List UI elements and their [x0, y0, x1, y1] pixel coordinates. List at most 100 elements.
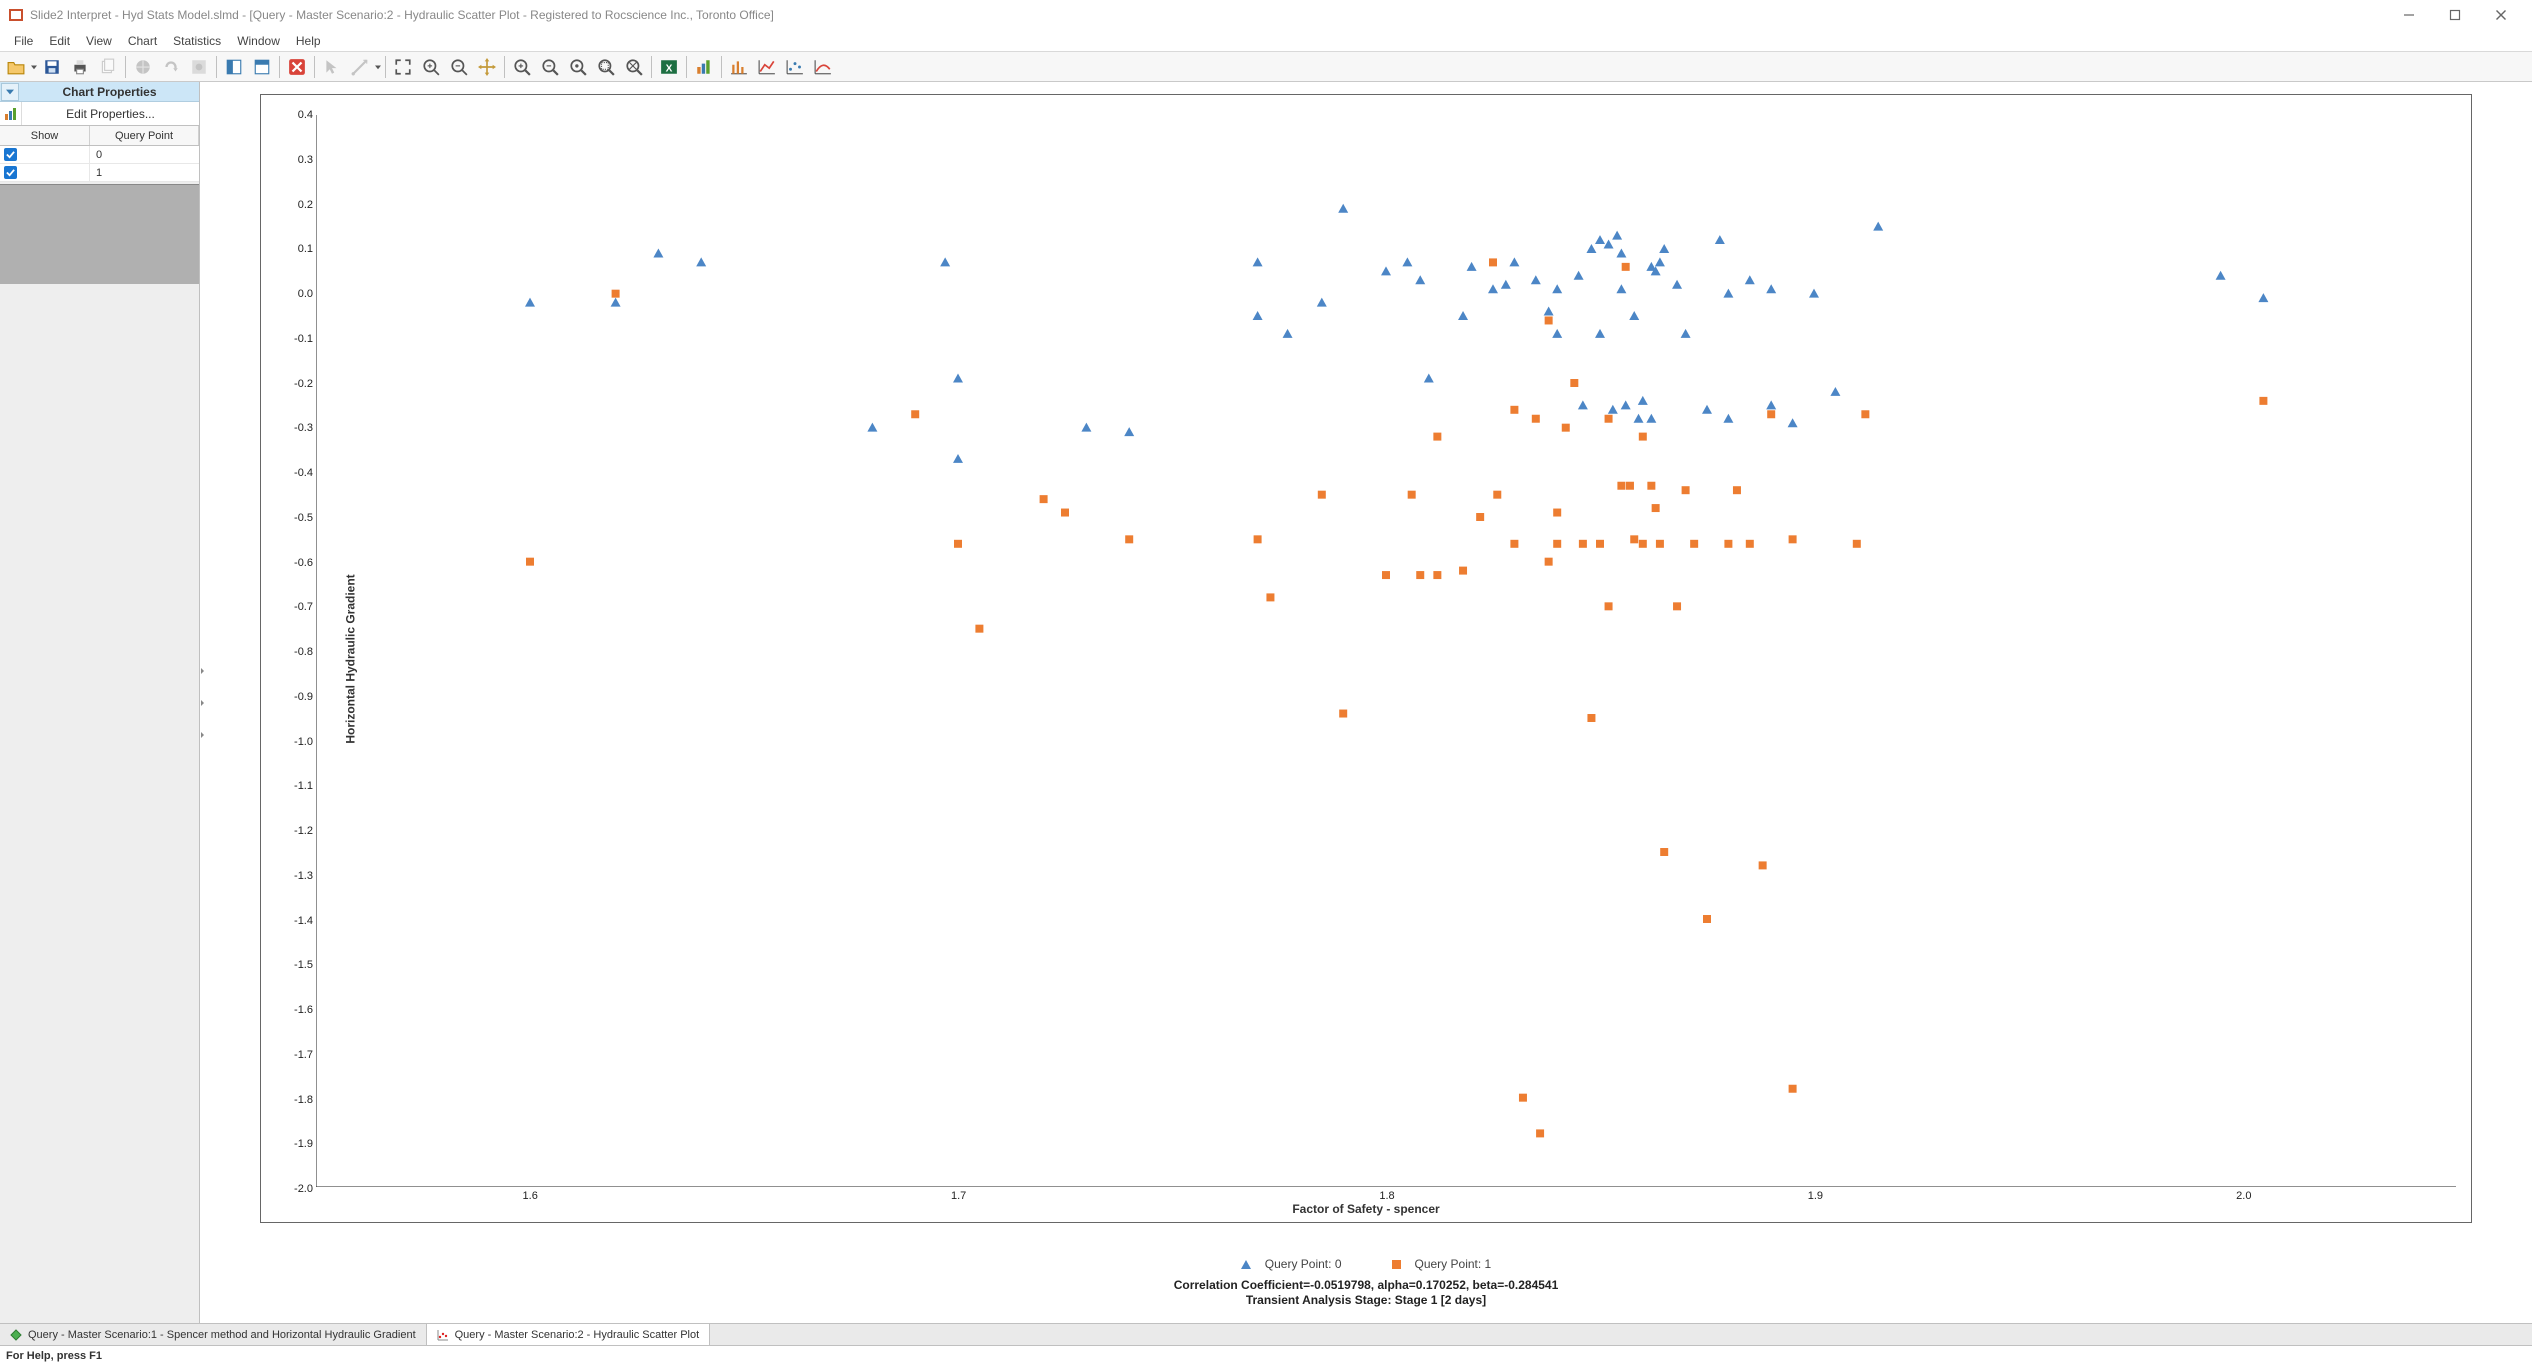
close-button[interactable]	[2478, 0, 2524, 30]
maximize-button[interactable]	[2432, 0, 2478, 30]
y-tick-label: -1.5	[273, 959, 313, 971]
globe-icon[interactable]	[130, 54, 156, 80]
print-icon[interactable]	[67, 54, 93, 80]
menu-file[interactable]: File	[6, 32, 41, 50]
sidebar-header-label: Chart Properties	[20, 85, 199, 99]
pan-icon[interactable]	[474, 54, 500, 80]
chart-stats: Correlation Coefficient=-0.0519798, alph…	[200, 1278, 2532, 1309]
y-tick-label: 0.4	[273, 109, 313, 121]
magnify-minus-icon[interactable]	[537, 54, 563, 80]
y-tick-label: -1.3	[273, 870, 313, 882]
x-tick-label: 1.7	[951, 1190, 966, 1202]
doc-tab[interactable]: Query - Master Scenario:1 - Spencer meth…	[0, 1324, 427, 1345]
y-tick-label: -1.9	[273, 1138, 313, 1150]
sidebar: Chart Properties Edit Properties... Show…	[0, 82, 200, 1323]
pointer-icon[interactable]	[319, 54, 345, 80]
toolbar: X	[0, 52, 2532, 82]
y-tick-label: -0.1	[273, 333, 313, 345]
y-tick-label: -0.5	[273, 512, 313, 524]
excel-icon[interactable]: X	[656, 54, 682, 80]
chart-line-icon[interactable]	[754, 54, 780, 80]
chart-columns-icon[interactable]	[726, 54, 752, 80]
menu-view[interactable]: View	[78, 32, 120, 50]
y-tick-label: -1.2	[273, 825, 313, 837]
magnify-reset-icon[interactable]	[565, 54, 591, 80]
query-point-label: 0	[90, 146, 199, 163]
col-query-point[interactable]: Query Point	[90, 126, 199, 145]
y-tick-label: -0.7	[273, 601, 313, 613]
x-axis-label: Factor of Safety - spencer	[261, 1202, 2471, 1216]
dropdown-caret-icon[interactable]	[30, 64, 38, 70]
edit-properties-button[interactable]: Edit Properties...	[0, 102, 199, 126]
y-tick-label: 0.0	[273, 288, 313, 300]
x-tick-label: 2.0	[2236, 1190, 2251, 1202]
table-row: 0	[0, 146, 199, 164]
redo-icon[interactable]	[158, 54, 184, 80]
y-tick-label: -0.8	[273, 646, 313, 658]
y-tick-label: -0.2	[273, 378, 313, 390]
query-table-header: Show Query Point	[0, 126, 199, 146]
app-icon	[8, 7, 24, 23]
magnify-plus-icon[interactable]	[509, 54, 535, 80]
y-tick-label: 0.1	[273, 243, 313, 255]
magnify-all-icon[interactable]	[621, 54, 647, 80]
chart-box: Horizontal Hydraulic Gradient Factor of …	[260, 94, 2472, 1223]
sidebar-collapse-button[interactable]	[1, 83, 19, 101]
main-area: Chart Properties Edit Properties... Show…	[0, 82, 2532, 1323]
panel-split-icon[interactable]	[249, 54, 275, 80]
legend-item: Query Point: 1	[1392, 1257, 1492, 1271]
save-icon[interactable]	[39, 54, 65, 80]
y-tick-label: -2.0	[273, 1183, 313, 1195]
minimize-button[interactable]	[2386, 0, 2432, 30]
edit-properties-label: Edit Properties...	[22, 107, 199, 121]
window-title: Slide2 Interpret - Hyd Stats Model.slmd …	[30, 8, 774, 22]
line-icon[interactable]	[347, 54, 373, 80]
close-x-icon[interactable]	[284, 54, 310, 80]
legend-label: Query Point: 1	[1415, 1257, 1492, 1271]
panel-left-icon[interactable]	[221, 54, 247, 80]
y-tick-label: -1.4	[273, 915, 313, 927]
status-bar: For Help, press F1	[0, 1345, 2532, 1365]
menu-chart[interactable]: Chart	[120, 32, 165, 50]
compute-icon[interactable]	[186, 54, 212, 80]
menu-help[interactable]: Help	[288, 32, 329, 50]
y-tick-label: -1.1	[273, 780, 313, 792]
checkbox[interactable]	[4, 148, 17, 161]
y-tick-label: -1.6	[273, 1004, 313, 1016]
menu-statistics[interactable]: Statistics	[165, 32, 229, 50]
magnify-region-icon[interactable]	[593, 54, 619, 80]
triangle-marker-icon	[1241, 1260, 1251, 1269]
y-tick-label: -1.0	[273, 736, 313, 748]
y-tick-label: -1.8	[273, 1094, 313, 1106]
chart-properties-icon	[0, 102, 22, 125]
menu-window[interactable]: Window	[229, 32, 288, 50]
menu-edit[interactable]: Edit	[41, 32, 78, 50]
menu-bar: File Edit View Chart Statistics Window H…	[0, 30, 2532, 52]
y-tick-label: -0.9	[273, 691, 313, 703]
diamond-icon	[10, 1329, 22, 1341]
y-tick-label: -0.4	[273, 467, 313, 479]
splitter-handle[interactable]	[200, 668, 206, 738]
zoom-out-icon[interactable]	[446, 54, 472, 80]
plot-area[interactable]	[316, 115, 2456, 1187]
col-show[interactable]: Show	[0, 126, 90, 145]
chart-bar-icon[interactable]	[691, 54, 717, 80]
chart-scatter-icon[interactable]	[782, 54, 808, 80]
sidebar-bottom	[0, 284, 199, 1323]
doc-tab[interactable]: Query - Master Scenario:2 - Hydraulic Sc…	[427, 1324, 711, 1345]
x-tick-label: 1.6	[523, 1190, 538, 1202]
stats-line-2: Transient Analysis Stage: Stage 1 [2 day…	[200, 1293, 2532, 1309]
zoom-in-icon[interactable]	[418, 54, 444, 80]
open-folder-icon[interactable]	[3, 54, 29, 80]
y-tick-label: 0.2	[273, 199, 313, 211]
doc-tab-label: Query - Master Scenario:2 - Hydraulic Sc…	[455, 1329, 700, 1341]
chart-trend-icon[interactable]	[810, 54, 836, 80]
copy-icon[interactable]	[95, 54, 121, 80]
dropdown-caret-icon[interactable]	[374, 64, 382, 70]
query-point-label: 1	[90, 164, 199, 181]
zoom-fit-icon[interactable]	[390, 54, 416, 80]
svg-text:X: X	[666, 63, 673, 74]
checkbox[interactable]	[4, 166, 17, 179]
y-tick-label: 0.3	[273, 154, 313, 166]
table-row: 1	[0, 164, 199, 182]
